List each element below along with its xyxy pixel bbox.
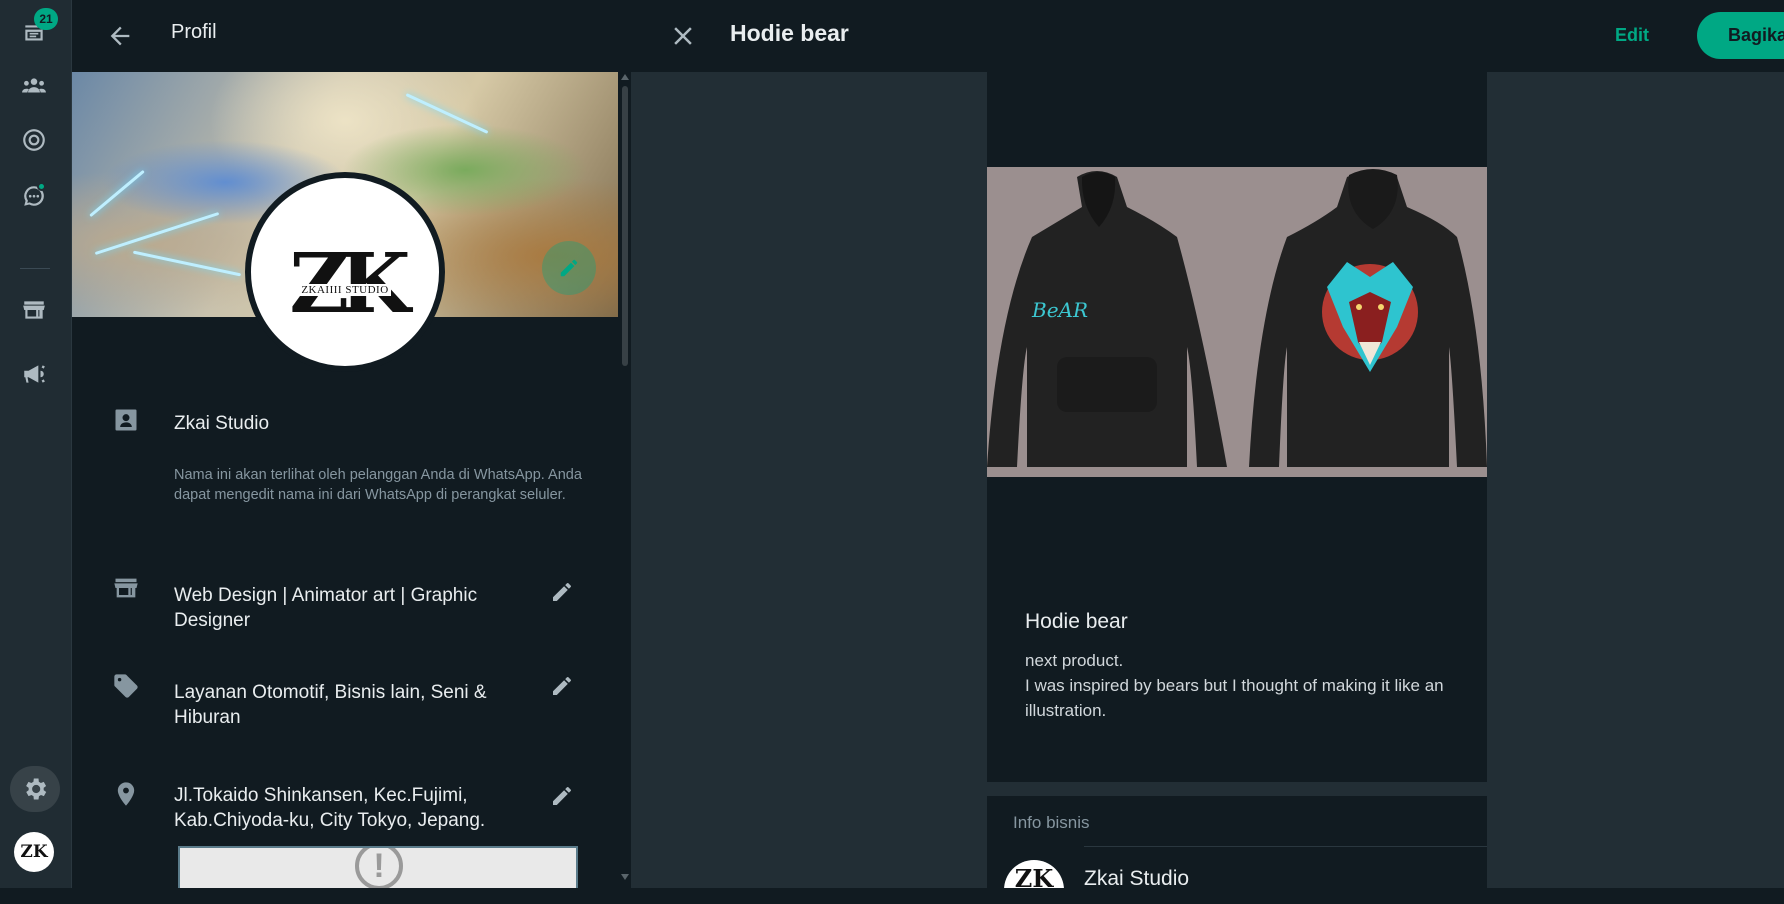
product-name: Hodie bear [1025, 610, 1128, 633]
product-card: BeAR Hodie bear next product. I was insp… [987, 72, 1487, 782]
business-address: Jl.Tokaido Shinkansen, Kec.Fujimi, Kab.C… [174, 785, 486, 831]
channels-icon[interactable] [14, 176, 54, 216]
communities-icon[interactable] [14, 66, 54, 106]
lightning-decoration [405, 93, 489, 134]
business-name-note: Nama ini akan terlihat oleh pelanggan An… [174, 467, 582, 503]
business-description: Web Design | Animator art | Graphic Desi… [174, 585, 478, 631]
business-info-label: Info bisnis [1013, 813, 1090, 832]
profile-header: Profil [72, 0, 631, 72]
business-info-card: Info bisnis ZK Zkai Studio [987, 796, 1487, 904]
rail-divider [20, 268, 50, 269]
bottom-strip [0, 888, 1784, 904]
scroll-down-arrow[interactable] [621, 874, 629, 880]
edit-description-pencil-icon[interactable] [550, 580, 576, 606]
status-icon[interactable] [14, 120, 54, 160]
product-description-line: next product. [1025, 651, 1124, 670]
close-icon[interactable] [668, 21, 698, 51]
chats-icon[interactable]: 21 [14, 8, 58, 54]
left-nav-rail: 21 ZK [0, 0, 72, 888]
scroll-up-arrow[interactable] [621, 74, 629, 80]
business-name: Zkai Studio [174, 413, 270, 434]
product-description: next product. I was inspired by bears bu… [1025, 648, 1455, 723]
logo-text: ZKAIIII STUDIO [299, 283, 391, 296]
edit-address-pencil-icon[interactable] [550, 784, 576, 810]
my-avatar[interactable]: ZK [14, 832, 54, 872]
business-categories: Layanan Otomotif, Bisnis lain, Seni & Hi… [174, 682, 487, 728]
profile-panel: Profil ZK ZKAIIII STUDIO Zkai Studio Nam… [72, 0, 631, 888]
edit-categories-pencil-icon[interactable] [550, 674, 576, 700]
lightning-decoration [132, 250, 242, 277]
ads-icon[interactable] [14, 354, 54, 394]
whatsapp-business-window: 21 ZK Profil ZK ZKAIIII STUDIO Zkai Stud… [0, 0, 1784, 904]
product-description-line: I was inspired by bears but I thought of… [1025, 676, 1444, 720]
product-title: Hodie bear [730, 20, 849, 46]
divider [1084, 846, 1487, 847]
map-error-icon: ! [355, 848, 403, 888]
profile-avatar[interactable]: ZK ZKAIIII STUDIO [245, 172, 445, 372]
settings-icon[interactable] [10, 766, 60, 812]
map-preview[interactable]: ! [178, 846, 578, 888]
catalog-icon[interactable] [14, 290, 54, 330]
edit-cover-button[interactable] [542, 241, 596, 295]
new-activity-dot [37, 182, 46, 191]
tag-icon [112, 672, 140, 700]
contact-card-icon [112, 406, 140, 434]
product-detail-view: Hodie bear Edit Bagikan BeAR [631, 0, 1784, 904]
lightning-decoration [94, 211, 220, 256]
unread-badge: 21 [34, 8, 58, 30]
product-header: Hodie bear Edit Bagikan [631, 0, 1784, 72]
back-arrow-icon[interactable] [106, 22, 134, 50]
location-pin-icon [112, 780, 140, 808]
edit-product-button[interactable]: Edit [1615, 25, 1649, 46]
lightning-decoration [89, 169, 145, 218]
profile-title: Profil [171, 21, 217, 43]
scrollbar-thumb[interactable] [622, 86, 628, 366]
hoodie-illustration: BeAR [987, 169, 1487, 467]
store-icon [112, 574, 140, 602]
hoodie-print-text: BeAR [1031, 298, 1088, 322]
product-image[interactable]: BeAR [987, 167, 1487, 477]
share-button[interactable]: Bagikan [1697, 12, 1784, 59]
